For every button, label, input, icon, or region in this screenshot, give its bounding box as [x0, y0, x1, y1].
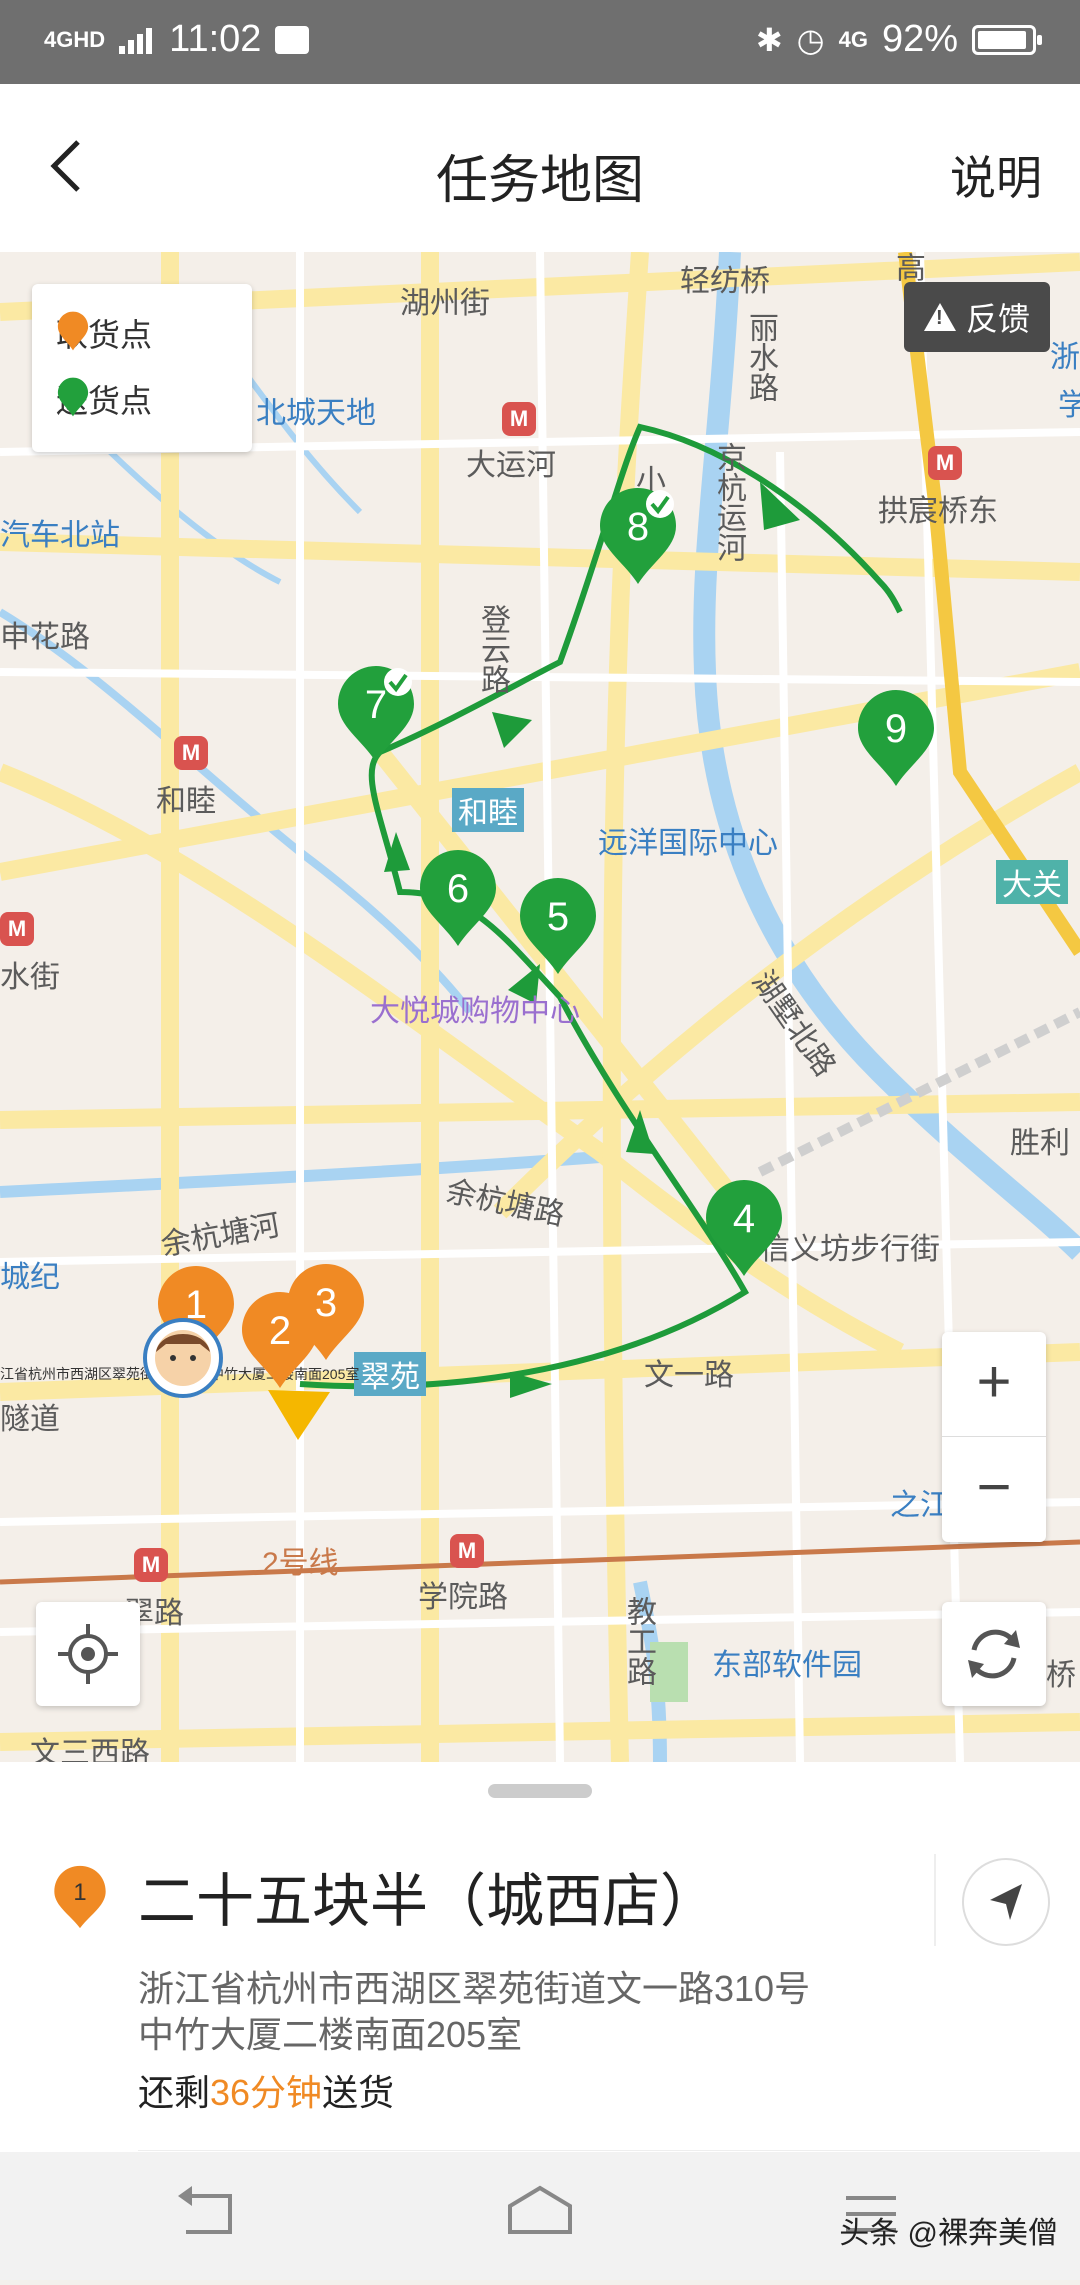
- data-icon: 4G: [838, 26, 868, 52]
- remain-time-value: 36分钟: [210, 2072, 323, 2113]
- status-bar: 4GHD 11:02 ✱ ◷ 4G 92%: [0, 0, 1080, 84]
- pin-number: 6: [447, 867, 469, 911]
- app-header: 任务地图 说明: [0, 84, 1080, 252]
- pin-number: 2: [269, 1309, 291, 1353]
- address-line-1: 浙江省杭州市西湖区翠苑街道文一路310号: [138, 1968, 811, 2009]
- pin-number: 1: [73, 1879, 86, 1906]
- map-pin-9[interactable]: 9: [858, 690, 934, 786]
- bluetooth-icon: ✱: [755, 21, 783, 58]
- courier-avatar[interactable]: [143, 1318, 223, 1398]
- pin-number: 7: [365, 683, 387, 727]
- watermark: 头条 @裸奔美僧: [839, 2217, 1058, 2250]
- refresh-icon: [968, 1629, 1020, 1679]
- signal-icon: [119, 26, 155, 54]
- map-legend: 取货点 送货点: [32, 284, 252, 452]
- clock: 11:02: [169, 18, 262, 60]
- check-icon: [384, 668, 412, 696]
- pickup-pin-icon: [57, 311, 89, 351]
- map-pin-7[interactable]: 7: [338, 666, 414, 762]
- check-icon: [646, 490, 674, 518]
- pin-number: 3: [315, 1281, 337, 1325]
- battery-icon: [972, 24, 1042, 55]
- zoom-out-button[interactable]: −: [942, 1437, 1046, 1541]
- address-line-2: 中竹大厦二楼南面205室: [138, 2014, 523, 2055]
- pin-number: 9: [885, 707, 907, 751]
- map-pin-6[interactable]: 6: [420, 850, 496, 946]
- divider: [934, 1854, 936, 1946]
- locate-icon: [58, 1624, 118, 1684]
- refresh-button[interactable]: [942, 1602, 1046, 1706]
- pins-layer: 123456789: [143, 488, 934, 1440]
- pin-number: 5: [547, 895, 569, 939]
- battery-percent: 92%: [881, 18, 958, 60]
- page-title: 任务地图: [435, 152, 644, 210]
- delivery-pin-icon: [57, 377, 89, 417]
- map-pin-5[interactable]: 5: [520, 878, 596, 974]
- navigate-arrow-icon: [990, 1884, 1022, 1920]
- map-pin-8[interactable]: 8: [600, 488, 676, 584]
- drag-handle[interactable]: [488, 1784, 592, 1798]
- remain-suffix: 送货: [322, 2072, 395, 2113]
- divider: [138, 2150, 1040, 2151]
- back-nav-icon[interactable]: [178, 2186, 232, 2234]
- feedback-label: 反馈: [965, 301, 1030, 337]
- help-button[interactable]: 说明: [950, 142, 1042, 208]
- alarm-icon: ◷: [796, 21, 825, 58]
- shop-name: 二十五块半（城西店）: [138, 1869, 719, 1934]
- mail-icon: [275, 25, 310, 54]
- pin-number: 4: [733, 1197, 755, 1241]
- shop-address: 浙江省杭州市西湖区翠苑街道文一路310号 中竹大厦二楼南面205室: [138, 1966, 810, 2058]
- navigate-button[interactable]: [962, 1858, 1050, 1946]
- zoom-control: + −: [942, 1332, 1046, 1542]
- map-view[interactable]: 轻纺桥 湖州街 高 浙 学 丽水路 北城天地 M 大运河 汽车北站 小 京杭运河…: [0, 252, 1080, 1762]
- remain-prefix: 还剩: [138, 2072, 211, 2113]
- network-type: 4GHD: [44, 26, 106, 52]
- feedback-button[interactable]: 反馈: [903, 282, 1050, 352]
- task-detail-sheet: 1 二十五块半（城西店） 浙江省杭州市西湖区翠苑街道文一路310号 中竹大厦二楼…: [0, 1762, 1080, 2152]
- locate-button[interactable]: [36, 1602, 140, 1706]
- remaining-time: 还剩36分钟送货: [138, 2064, 394, 2116]
- zoom-in-button[interactable]: +: [942, 1332, 1046, 1437]
- pickup-pin-icon: 1: [54, 1865, 106, 1929]
- pin-number: 8: [627, 505, 649, 549]
- warning-icon: [923, 303, 956, 331]
- map-pin-4[interactable]: 4: [706, 1180, 782, 1276]
- home-nav-icon[interactable]: [508, 2185, 572, 2234]
